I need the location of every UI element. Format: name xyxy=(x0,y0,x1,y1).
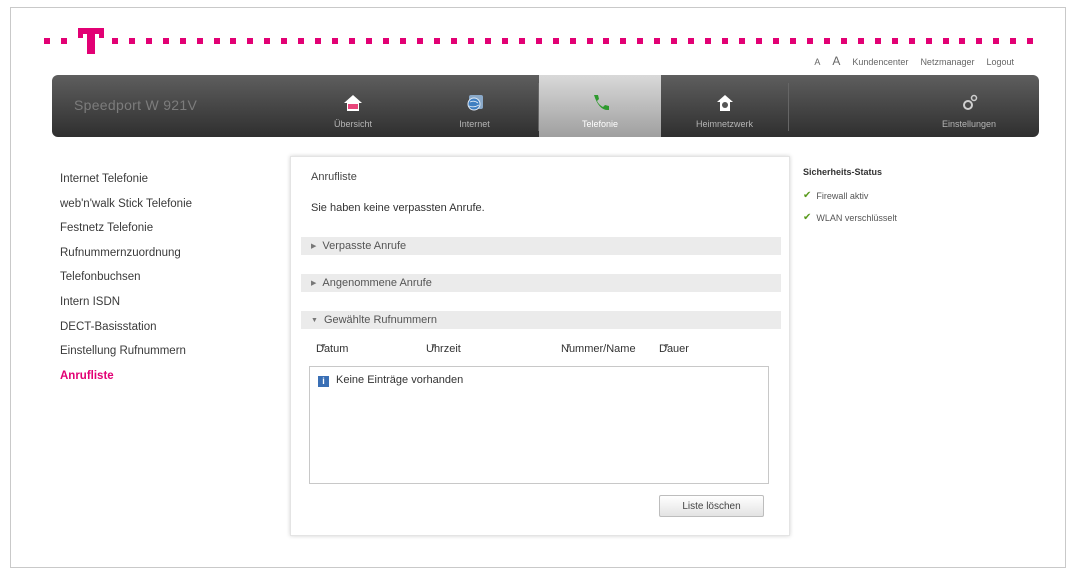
clear-list-button[interactable]: Liste löschen xyxy=(659,495,764,517)
sidebar-item-einstellung-rufnummern[interactable]: Einstellung Rufnummern xyxy=(60,344,192,369)
brand-dots-row xyxy=(44,24,1034,58)
section-accepted-calls[interactable]: ▶ Angenommene Anrufe xyxy=(301,274,781,292)
netzmanager-link[interactable]: Netzmanager xyxy=(920,57,974,67)
brand-dots xyxy=(44,37,1034,45)
sort-caret-icon: ▼ xyxy=(663,343,670,350)
call-list-panel: Anrufliste Sie haben keine verpassten An… xyxy=(290,156,790,536)
sort-caret-icon: ▼ xyxy=(320,343,327,350)
product-name: Speedport W 921V xyxy=(74,97,198,113)
font-size-small-link[interactable]: A xyxy=(814,57,820,67)
section-label: Verpasste Anrufe xyxy=(322,240,407,252)
dialed-numbers-list[interactable]: i Keine Einträge vorhanden xyxy=(309,366,769,484)
globe-icon xyxy=(467,95,483,111)
nav-separator xyxy=(788,83,789,131)
nav-item-einstellungen[interactable]: Einstellungen xyxy=(914,75,1024,137)
checkmark-icon: ✔ xyxy=(803,212,812,223)
sidebar-item-dect-basisstation[interactable]: DECT-Basisstation xyxy=(60,320,192,345)
section-label: Angenommene Anrufe xyxy=(322,277,432,289)
status-wlan: ✔ WLAN verschlüsselt xyxy=(803,212,897,235)
table-header: Datum ▼ Uhrzeit ▼ Nummer/Name ▼ Dauer ▼ xyxy=(316,343,776,359)
telekom-logo[interactable] xyxy=(78,24,104,58)
phone-icon xyxy=(594,95,609,111)
utility-links: A A Kundencenter Netzmanager Logout xyxy=(814,54,1014,68)
sidebar-item-telefonbuchsen[interactable]: Telefonbuchsen xyxy=(60,270,192,295)
font-size-large-link[interactable]: A xyxy=(832,54,840,68)
status-firewall: ✔ Firewall aktiv xyxy=(803,190,897,213)
security-status: Sicherheits-Status ✔ Firewall aktiv ✔ WLAN… xyxy=(803,167,897,235)
panel-title: Anrufliste xyxy=(311,171,357,183)
nav-item-internet[interactable]: Internet xyxy=(411,75,538,137)
section-dialed-numbers[interactable]: ▼ Gewählte Rufnummern xyxy=(301,311,781,329)
checkmark-icon: ✔ xyxy=(803,190,812,201)
logout-link[interactable]: Logout xyxy=(986,57,1014,67)
sidebar-item-anrufliste[interactable]: Anrufliste xyxy=(60,369,192,394)
kundencenter-link[interactable]: Kundencenter xyxy=(852,57,908,67)
missed-calls-message: Sie haben keine verpassten Anrufe. xyxy=(311,202,485,214)
chevron-right-icon: ▶ xyxy=(311,243,317,250)
info-icon: i xyxy=(318,376,329,387)
column-label: Nummer/Name xyxy=(561,343,636,355)
sidebar-item-internet-telefonie[interactable]: Internet Telefonie xyxy=(60,172,192,197)
section-missed-calls[interactable]: ▶ Verpasste Anrufe xyxy=(301,237,781,255)
status-label: WLAN verschlüsselt xyxy=(816,213,897,223)
nav-item-label: Telefonie xyxy=(581,119,619,129)
sort-caret-icon: ▼ xyxy=(430,343,437,350)
nav-item-label: Übersicht xyxy=(333,119,372,129)
chevron-right-icon: ▶ xyxy=(311,280,317,287)
sidebar-item-webnwalk-stick[interactable]: web'n'walk Stick Telefonie xyxy=(60,197,192,222)
section-label: Gewählte Rufnummern xyxy=(323,314,438,326)
nav-item-overview[interactable]: Übersicht xyxy=(295,75,411,137)
nav-item-label: Internet xyxy=(459,119,490,129)
sort-caret-icon: ▼ xyxy=(565,343,572,350)
home-network-icon xyxy=(716,95,733,111)
sidebar-item-rufnummernzuordnung[interactable]: Rufnummernzuordnung xyxy=(60,246,192,271)
main-navbar: Speedport W 921V Übersicht Internet Tele… xyxy=(52,75,1039,137)
nav-item-label: Einstellungen xyxy=(941,119,997,129)
sidebar-nav: Internet Telefonie web'n'walk Stick Tele… xyxy=(60,172,192,393)
settings-icon xyxy=(963,94,978,110)
sidebar-item-intern-isdn[interactable]: Intern ISDN xyxy=(60,295,192,320)
status-label: Firewall aktiv xyxy=(816,191,869,201)
security-status-title: Sicherheits-Status xyxy=(803,167,883,177)
nav-item-label: Heimnetzwerk xyxy=(695,119,753,129)
house-icon xyxy=(344,95,362,111)
sidebar-item-festnetz-telefonie[interactable]: Festnetz Telefonie xyxy=(60,221,192,246)
nav-item-telefonie[interactable]: Telefonie xyxy=(539,75,661,137)
chevron-down-icon: ▼ xyxy=(311,317,318,324)
empty-list-message: Keine Einträge vorhanden xyxy=(336,374,464,386)
nav-item-heimnetzwerk[interactable]: Heimnetzwerk xyxy=(661,75,788,137)
